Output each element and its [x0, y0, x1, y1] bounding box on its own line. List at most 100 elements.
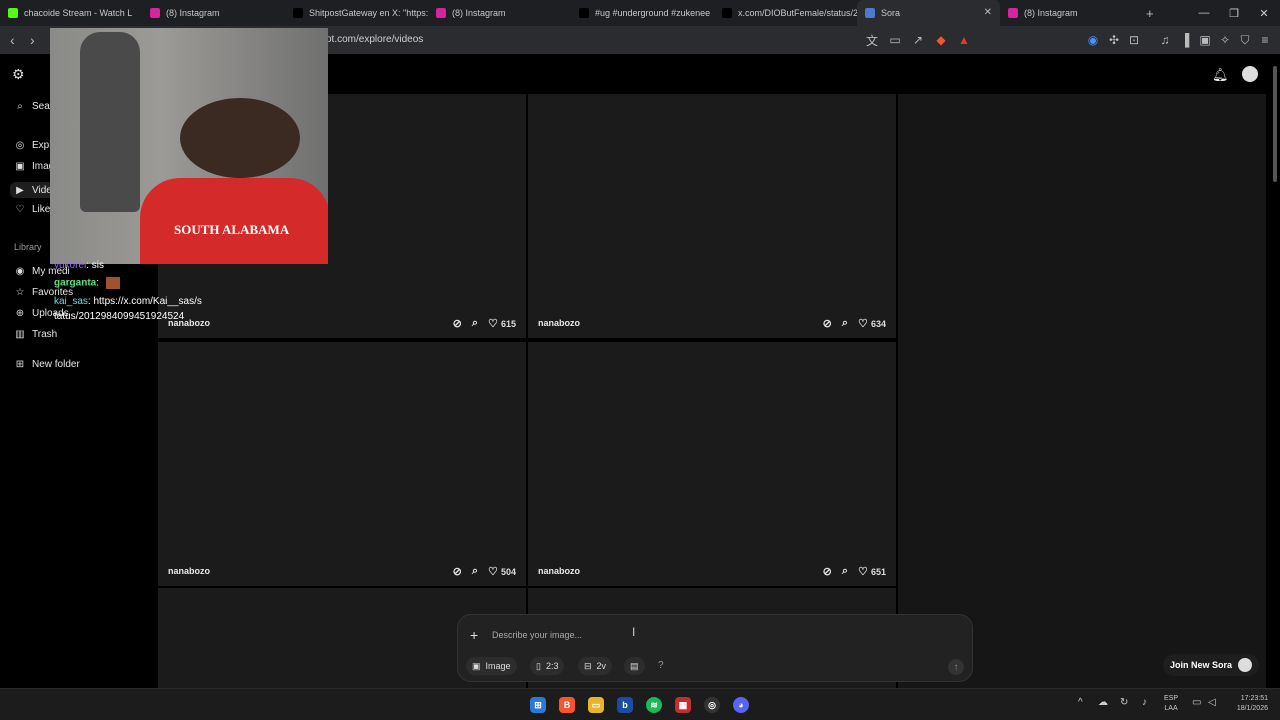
sidebar-toggle-icon[interactable]: ▐ [1178, 33, 1192, 47]
brave-browser-icon[interactable]: B [559, 697, 575, 713]
aspect-ratio-button[interactable]: ▯ 2:3 [530, 657, 565, 675]
back-icon[interactable]: ‹ [10, 32, 15, 48]
video-card[interactable]: nanabozo ⊘ ⌕ ♡ 504 [158, 342, 526, 586]
tab-title: ShitpostGateway en X: "https:/ [309, 8, 428, 18]
wallet-icon[interactable]: ▣ [1198, 33, 1212, 47]
close-window-icon[interactable]: ✕ [1248, 0, 1280, 26]
presets-button[interactable]: ▤ [624, 657, 645, 675]
like-button[interactable]: ♡ 651 [858, 565, 886, 578]
like-button[interactable]: ♡ 615 [488, 317, 516, 330]
close-tab-icon[interactable]: ✕ [984, 7, 992, 18]
scrollbar[interactable] [1270, 54, 1280, 688]
tab[interactable]: (8) Instagram [1000, 0, 1142, 26]
spotify-icon[interactable]: ≋ [646, 697, 662, 713]
card-footer: nanabozo ⊘ ⌕ ♡ 651 [528, 556, 896, 586]
remix-icon[interactable]: ⊘ [823, 317, 832, 330]
variations-button[interactable]: ⊟ 2v [578, 657, 613, 675]
minimize-icon[interactable]: — [1188, 0, 1220, 26]
tab-title: #ug #underground #zukenee [595, 8, 711, 18]
windows-start-icon[interactable]: ⊞ [530, 697, 546, 713]
remix-icon[interactable]: ⊘ [823, 565, 832, 578]
meter-app-icon[interactable]: ▦ [675, 697, 691, 713]
tab[interactable]: ShitpostGateway en X: "https:/ [285, 0, 428, 26]
chat-line-1: yukorei: sis [54, 260, 104, 271]
language-indicator[interactable]: ESP LAA [1164, 694, 1178, 714]
tab[interactable]: (8) Instagram [428, 0, 571, 26]
video-icon: ▶ [16, 184, 24, 196]
search-item[interactable]: ⌕ Sear [14, 100, 53, 112]
x-icon [293, 8, 303, 18]
share-icon[interactable]: ↗ [911, 33, 925, 47]
cloud-icon[interactable]: ☁ [1098, 697, 1108, 708]
extensions-icon[interactable]: ✣ [1107, 33, 1121, 47]
remix-icon[interactable]: ⊘ [453, 565, 462, 578]
like-button[interactable]: ♡ 634 [858, 317, 886, 330]
help-button[interactable]: ? [658, 660, 664, 671]
avatar[interactable] [1242, 66, 1258, 82]
forward-icon[interactable]: › [30, 32, 35, 48]
cast-icon[interactable]: ▭ [888, 33, 902, 47]
tab[interactable]: chacoide Stream - Watch L [0, 0, 142, 26]
maximize-icon[interactable]: ❐ [1218, 0, 1250, 26]
card-author[interactable]: nanabozo [538, 318, 580, 328]
new-tab-button[interactable]: + [1146, 6, 1154, 21]
sidebar-item[interactable]: ♡ Like [14, 204, 51, 216]
join-new-sora-button[interactable]: Join New Sora [1163, 654, 1259, 676]
clock[interactable]: 17:23:51 18/1/2026 [1222, 694, 1268, 714]
video-card[interactable]: nanabozo ⊘ ⌕ ♡ 651 [528, 342, 896, 586]
upload-icon: ⊕ [15, 308, 25, 320]
bing-icon[interactable]: b [617, 697, 633, 713]
emote-icon [105, 277, 120, 289]
notifications-bell-icon[interactable]: 🔔︎ [1212, 67, 1229, 83]
vpn-icon[interactable]: ⛉ [1238, 33, 1252, 47]
tab[interactable]: #ug #underground #zukenee [571, 0, 714, 26]
microphone-icon[interactable]: ♪ [1142, 697, 1147, 708]
translate-icon[interactable]: 文 [865, 33, 879, 48]
variations-icon: ⊟ [584, 660, 592, 671]
file-explorer-icon[interactable]: ▭ [588, 697, 604, 713]
image-mode-button[interactable]: ▣ Image [466, 657, 517, 675]
search-icon[interactable]: ⌕ [842, 317, 848, 330]
sync-icon[interactable]: ↻ [1120, 697, 1128, 708]
streamer-head [180, 98, 300, 178]
media-icon[interactable]: ♫ [1158, 33, 1172, 47]
streamer-shirt [140, 178, 328, 264]
tab[interactable]: Sora ✕ [857, 0, 1000, 26]
new-folder-button[interactable]: ⊞ New folder [14, 358, 80, 370]
tray-overflow-icon[interactable]: ^ [1078, 697, 1083, 708]
folder-plus-icon: ⊞ [15, 358, 25, 370]
windows-taskbar: ⊞ B ▭ b ≋ ▦ ◎ ◕ ^ ☁ ↻ ♪ ESP LAA ▭ ◁ 17:2… [0, 688, 1280, 720]
add-attachment-icon[interactable]: + [470, 627, 478, 643]
video-card[interactable]: nanabozo ⊘ ⌕ ♡ 634 [528, 94, 896, 338]
search-icon[interactable]: ⌕ [472, 317, 478, 330]
card-author[interactable]: nanabozo [168, 566, 210, 576]
audio-icon[interactable]: ◉ [1086, 33, 1100, 47]
url-field[interactable]: ot.com/explore/videos [326, 34, 423, 45]
obs-icon[interactable]: ◎ [704, 697, 720, 713]
menu-icon[interactable]: ≡ [1258, 33, 1272, 47]
submit-arrow-icon[interactable]: ↑ [948, 659, 964, 675]
scroll-thumb[interactable] [1273, 66, 1277, 182]
like-count: 634 [870, 318, 886, 329]
like-count: 651 [870, 566, 886, 577]
sidebar-item[interactable]: ▥ Trash [14, 329, 57, 341]
prompt-input[interactable]: Describe your image... [492, 630, 582, 640]
card-author[interactable]: nanabozo [538, 566, 580, 576]
network-icon[interactable]: ▭ [1192, 697, 1201, 708]
openai-logo-icon[interactable]: ⚙ [12, 66, 25, 83]
search-icon[interactable]: ⌕ [842, 565, 848, 578]
search-icon[interactable]: ⌕ [472, 565, 478, 578]
screenshot-icon[interactable]: ⊡ [1127, 33, 1141, 47]
sidebar-item[interactable]: ◎ Expl [14, 139, 52, 151]
like-button[interactable]: ♡ 504 [488, 565, 516, 578]
tab[interactable]: (8) Instagram [142, 0, 285, 26]
volume-icon[interactable]: ◁ [1208, 697, 1216, 708]
brave-shield-icon[interactable]: ◆ [934, 33, 948, 47]
discord-icon[interactable]: ◕ [733, 697, 749, 713]
remix-icon[interactable]: ⊘ [453, 317, 462, 330]
brave-rewards-icon[interactable]: ▲ [957, 33, 971, 47]
sidebar-item[interactable]: ▣ Imag [14, 161, 54, 173]
tab[interactable]: x.com/DIOButFemale/status/2 [714, 0, 857, 26]
compass-icon: ◎ [15, 139, 25, 151]
leo-ai-icon[interactable]: ✧ [1218, 33, 1232, 47]
